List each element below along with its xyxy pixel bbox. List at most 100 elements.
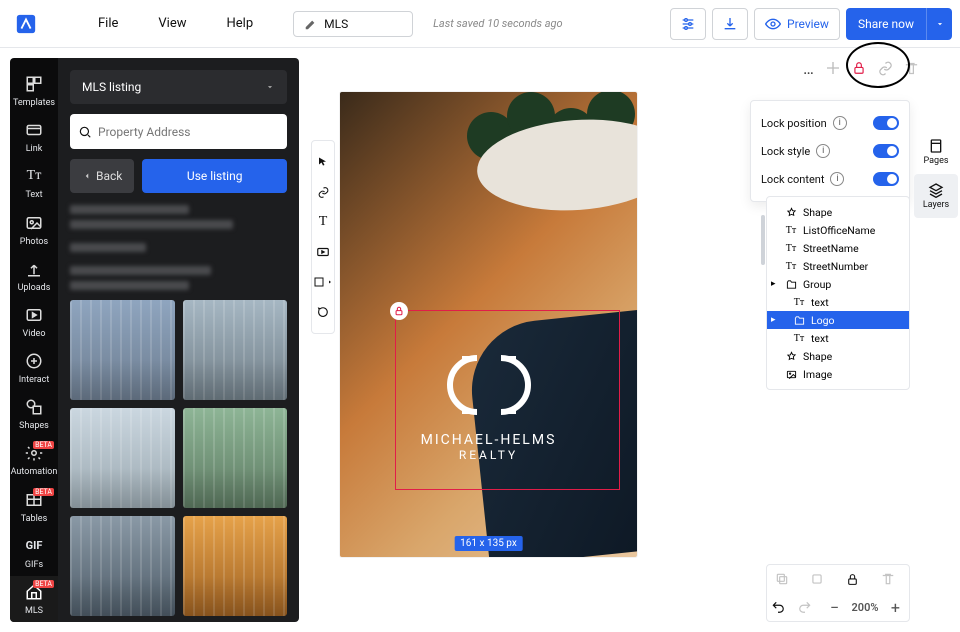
listing-thumb[interactable] — [70, 300, 175, 400]
use-listing-button[interactable]: Use listing — [142, 159, 287, 193]
layer-shape[interactable]: Shape — [767, 203, 909, 221]
layer-image[interactable]: Image — [767, 365, 909, 383]
lock-position-toggle[interactable] — [873, 116, 899, 130]
listing-thumb[interactable] — [70, 516, 175, 616]
layer-label: Logo — [811, 314, 835, 327]
layer-streetnumber[interactable]: Tᴛ StreetNumber — [767, 257, 909, 275]
duplicate-icon[interactable] — [775, 572, 795, 586]
expand-icon[interactable]: ▸ — [771, 315, 776, 325]
search-input[interactable] — [98, 125, 279, 139]
layer-logo[interactable]: ▸ Logo — [767, 311, 909, 329]
position-icon[interactable] — [820, 55, 846, 81]
search-icon — [78, 125, 92, 139]
trash-icon[interactable] — [881, 572, 901, 586]
rail-uploads[interactable]: Uploads — [10, 253, 58, 299]
layer-listofficename[interactable]: TᴛListOfficeName — [767, 221, 909, 239]
layer-shape[interactable]: Shape — [767, 347, 909, 365]
zoom-value[interactable]: 200% — [852, 601, 879, 614]
rail-text[interactable]: TᴛText — [10, 160, 58, 206]
rail-templates[interactable]: Templates — [10, 68, 58, 114]
brand-logo-group[interactable]: MICHAEL-HELMS REALTY — [379, 344, 599, 462]
delete-icon[interactable] — [898, 55, 924, 81]
mls-panel: MLS listing Back Use listing — [58, 58, 299, 622]
preview-button[interactable]: Preview — [754, 8, 840, 40]
layer-label: Image — [803, 368, 832, 381]
text-icon: Tᴛ — [785, 260, 797, 272]
undo-icon[interactable] — [771, 600, 791, 614]
layers-scrollbar[interactable] — [761, 215, 765, 265]
layer-label: Group — [803, 278, 831, 291]
text-icon: Tᴛ — [785, 242, 797, 254]
shape-icon — [785, 350, 797, 362]
layer-label: Shape — [803, 206, 832, 219]
rail-video[interactable]: Video — [10, 299, 58, 345]
listing-details-placeholder — [70, 205, 287, 290]
listing-thumb[interactable] — [183, 408, 288, 508]
top-bar: File View Help MLS Last saved 10 seconds… — [0, 0, 960, 48]
canvas-tool-column: T — [311, 140, 335, 334]
rail-mls[interactable]: BETAMLS — [10, 576, 58, 622]
text-icon: Tᴛ — [793, 296, 805, 308]
layer-text[interactable]: Tᴛtext — [767, 293, 909, 311]
rail-interact[interactable]: Interact — [10, 345, 58, 391]
rail-photos[interactable]: Photos — [10, 207, 58, 253]
chevron-left-icon — [82, 171, 92, 181]
rail-shapes[interactable]: Shapes — [10, 391, 58, 437]
right-rail-layers[interactable]: Layers — [914, 174, 958, 218]
menu-file[interactable]: File — [78, 16, 138, 31]
more-options-button[interactable]: … — [798, 59, 820, 78]
lock-icon[interactable] — [846, 55, 872, 81]
back-button[interactable]: Back — [70, 159, 134, 193]
rail-automation[interactable]: BETAAutomation — [10, 437, 58, 483]
layer-label: ListOfficeName — [803, 224, 875, 237]
settings-sliders-button[interactable] — [670, 8, 706, 40]
bottom-bar: − 200% + — [766, 564, 910, 622]
listing-dropdown[interactable]: MLS listing — [70, 70, 287, 104]
layer-label: StreetNumber — [803, 260, 868, 273]
download-button[interactable] — [712, 8, 748, 40]
tool-shape[interactable] — [312, 267, 334, 297]
listing-thumb[interactable] — [183, 300, 288, 400]
listing-thumb[interactable] — [183, 516, 288, 616]
design-canvas[interactable]: MICHAEL-HELMS REALTY 161 x 135 px — [340, 92, 637, 557]
right-rail-pages[interactable]: Pages — [914, 130, 958, 174]
zoom-out-button[interactable]: − — [825, 598, 845, 617]
lock-content-label: Lock content — [761, 173, 824, 186]
share-button[interactable]: Share now — [846, 8, 926, 40]
listing-thumbnails — [70, 300, 287, 622]
tool-comment[interactable] — [312, 297, 334, 327]
tool-cursor[interactable] — [312, 147, 334, 177]
info-icon[interactable]: i — [830, 172, 844, 186]
layer-label: StreetName — [803, 242, 859, 255]
info-icon[interactable]: i — [816, 144, 830, 158]
rail-gifs[interactable]: GIFGIFs — [10, 530, 58, 576]
menu-help[interactable]: Help — [207, 16, 274, 31]
layer-group[interactable]: ▸ Group — [767, 275, 909, 293]
zoom-in-button[interactable]: + — [885, 598, 905, 617]
selection-size-badge: 161 x 135 px — [454, 536, 523, 551]
layer-label: text — [811, 296, 829, 309]
redo-icon[interactable] — [798, 600, 818, 614]
link-icon[interactable] — [872, 55, 898, 81]
info-icon[interactable]: i — [833, 116, 847, 130]
property-search[interactable] — [70, 114, 287, 149]
tool-link[interactable] — [312, 177, 334, 207]
rail-link[interactable]: Link — [10, 114, 58, 160]
bottom-lock-icon[interactable] — [846, 573, 866, 586]
image-icon — [785, 368, 797, 380]
expand-icon[interactable]: ▸ — [771, 279, 776, 289]
copy-icon[interactable] — [810, 572, 830, 586]
rail-tables[interactable]: BETATables — [10, 484, 58, 530]
lock-style-toggle[interactable] — [873, 144, 899, 158]
menu-view[interactable]: View — [138, 16, 206, 31]
tool-text[interactable]: T — [312, 207, 334, 237]
listing-thumb[interactable] — [70, 408, 175, 508]
layer-text[interactable]: Tᴛtext — [767, 329, 909, 347]
lock-content-toggle[interactable] — [873, 172, 899, 186]
share-button-group: Share now — [846, 8, 952, 40]
share-dropdown-button[interactable] — [926, 8, 952, 40]
layer-streetname[interactable]: Tᴛ StreetName — [767, 239, 909, 257]
group-icon — [785, 278, 797, 290]
tool-media[interactable] — [312, 237, 334, 267]
document-name-field[interactable]: MLS — [293, 11, 413, 37]
